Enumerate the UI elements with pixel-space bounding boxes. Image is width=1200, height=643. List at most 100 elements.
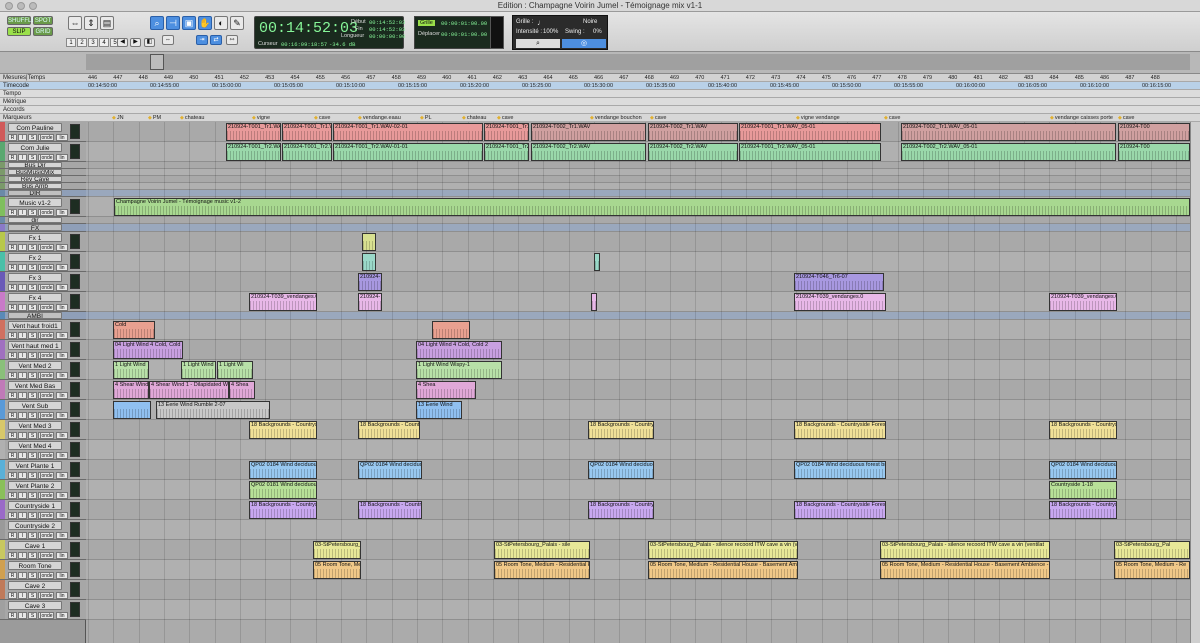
input-monitor-button[interactable]: I [18,209,27,216]
timeline-lanes[interactable]: 210924-T001_Tr1.WAV 210924-T001_Tr1.WAV 21… [86,122,1190,643]
grid-mode-button[interactable]: GRID [33,27,53,36]
record-enable-button[interactable]: R [8,392,17,399]
audio-clip[interactable]: 05 Room Tone, Medium - Residential House… [880,561,1050,579]
record-enable-button[interactable]: R [8,532,17,539]
input-monitor-button[interactable]: I [18,244,27,251]
fin-value[interactable]: 00:14:52:03 [369,26,405,33]
solo-button[interactable]: S [28,264,37,271]
track-view-selector[interactable]: onde [40,284,54,291]
track-scale-selector[interactable]: lin [56,209,68,216]
audio-clip[interactable]: 18 Backgrounds - Countrysi [1049,421,1117,439]
solo-button[interactable]: S [28,392,37,399]
zoom-preset-4[interactable]: 4 [99,38,109,47]
track-header[interactable]: Fx 2RISMondelin [0,252,86,272]
audio-clip[interactable]: 18 Backgrounds - Countryside Forest Br [794,421,886,439]
track-header[interactable]: DIR [0,190,86,197]
tempo-ruler[interactable]: Tempo [0,90,1200,98]
input-monitor-button[interactable]: I [18,352,27,359]
solo-button[interactable]: S [28,284,37,291]
track-header[interactable]: Vent Med BasRISMondelin [0,380,86,400]
close-window-button[interactable] [5,2,13,10]
track-scale-selector[interactable]: lin [56,392,68,399]
marker[interactable]: PL [420,114,432,122]
track-header[interactable]: FX [0,224,86,232]
track-view-selector[interactable]: onde [40,392,54,399]
link-timeline-icon[interactable]: ⇄ [210,35,222,45]
zoom-out-icon[interactable]: ⇔ [68,16,82,30]
audio-clip[interactable]: QP02 0184 Wind deciduous [249,461,317,479]
input-monitor-button[interactable]: I [18,492,27,499]
track-view-selector[interactable]: onde [40,532,54,539]
audio-clip[interactable]: 03-StPetersbourg_Palais - sile [494,541,590,559]
input-monitor-button[interactable]: I [18,304,27,311]
audio-clip[interactable]: QP02 0184 Wind deciduous [358,461,422,479]
audio-clip[interactable]: 4 Shear Wind 1 - Dilapidated W [149,381,229,399]
input-monitor-button[interactable]: I [18,612,27,619]
selector-tool-icon[interactable]: ▣ [182,16,196,30]
solo-button[interactable]: S [28,592,37,599]
deplacer-label[interactable]: Déplacer [418,31,440,37]
audio-clip[interactable]: 210924-T001_Tr2.WAV-01-01 [333,143,483,161]
track-scale-selector[interactable]: lin [56,284,68,291]
grille-label[interactable]: Grille [418,20,435,26]
solo-button[interactable]: S [28,244,37,251]
audio-clip[interactable]: 18 Backgrounds - Countrysid [249,501,317,519]
record-enable-button[interactable]: R [8,492,17,499]
track-scale-selector[interactable]: lin [56,512,68,519]
solo-button[interactable]: S [28,452,37,459]
record-enable-button[interactable]: R [8,154,17,161]
longueur-value[interactable]: 00:00:00:00 [369,33,405,40]
audio-clip[interactable]: 03-StPetersbourg_Palais - silence recoor… [648,541,798,559]
solo-button[interactable]: S [28,154,37,161]
debut-value[interactable]: 00:14:52:03 [369,19,405,26]
record-enable-button[interactable]: R [8,592,17,599]
track-name[interactable]: Room Tone [8,561,62,570]
marker[interactable]: PM [148,114,161,122]
audio-clip[interactable]: QP02 0181 Wind deciduous [249,481,317,499]
timecode-ruler[interactable]: Timecode 00:14:50:00 00:14:55:00 00:15:00:… [0,82,1200,90]
marker[interactable]: vendange.eaau [358,114,401,122]
track-name[interactable]: BusMusicMix [8,169,62,175]
track-name[interactable]: Vent Med 2 [8,361,62,370]
grabber-tool-icon[interactable]: ✋ [198,16,212,30]
track-header[interactable]: Bus Amb [0,183,86,190]
track-scale-selector[interactable]: lin [56,154,68,161]
search-icon[interactable]: ⌕ [516,39,560,48]
deplacer-value[interactable]: 00:00:01:00.00 [441,31,487,38]
track-scale-selector[interactable]: lin [56,134,68,141]
track-header[interactable]: Cave 2RISMondelin [0,580,86,600]
audio-clip[interactable]: Cold [113,321,155,339]
zoom-preset-2[interactable]: 2 [77,38,87,47]
track-view-selector[interactable]: onde [40,472,54,479]
audio-clip[interactable]: 210924-T001_Tr1.WAV [226,123,281,141]
track-name[interactable]: Vent Med 3 [8,421,62,430]
input-monitor-button[interactable]: I [18,452,27,459]
nudge-right-icon[interactable]: ▶ [130,38,141,47]
track-view-selector[interactable]: onde [40,372,54,379]
audio-clip[interactable]: 18 Backgrounds - Countr [358,421,420,439]
track-view-selector[interactable]: onde [40,492,54,499]
zoom-window-button[interactable] [29,2,37,10]
record-enable-button[interactable]: R [8,352,17,359]
track-scale-selector[interactable]: lin [56,352,68,359]
track-header[interactable]: Room ToneRISMondelin [0,560,86,580]
audio-clip[interactable]: 210924-T001_Tr2.WAV_05-01 [739,143,881,161]
audio-clip[interactable]: 1 Light Wind Wispy-1 [416,361,502,379]
solo-button[interactable]: S [28,352,37,359]
track-header[interactable]: AMBI [0,312,86,320]
track-view-selector[interactable]: onde [40,612,54,619]
audio-clip[interactable] [362,253,376,271]
track-view-selector[interactable]: onde [40,264,54,271]
track-scale-selector[interactable]: lin [56,412,68,419]
overview-viewport[interactable] [150,54,164,70]
track-header[interactable]: Vent haut med 1RISMondelin [0,340,86,360]
input-monitor-button[interactable]: I [18,392,27,399]
record-enable-button[interactable]: R [8,209,17,216]
record-enable-button[interactable]: R [8,572,17,579]
track-name[interactable]: Vent Plante 2 [8,481,62,490]
bars-beats-ruler[interactable]: Mesures|Temps 446 447 448 449 450 451 452 453 45… [0,74,1200,82]
audio-clip[interactable]: 03-StPetersbourg_Pal [1114,541,1190,559]
audio-clip[interactable]: 210924-T002_Tr2.WAV [531,143,646,161]
audio-clip[interactable]: 1 Light Wi [217,361,253,379]
marker[interactable]: vigne [252,114,270,122]
